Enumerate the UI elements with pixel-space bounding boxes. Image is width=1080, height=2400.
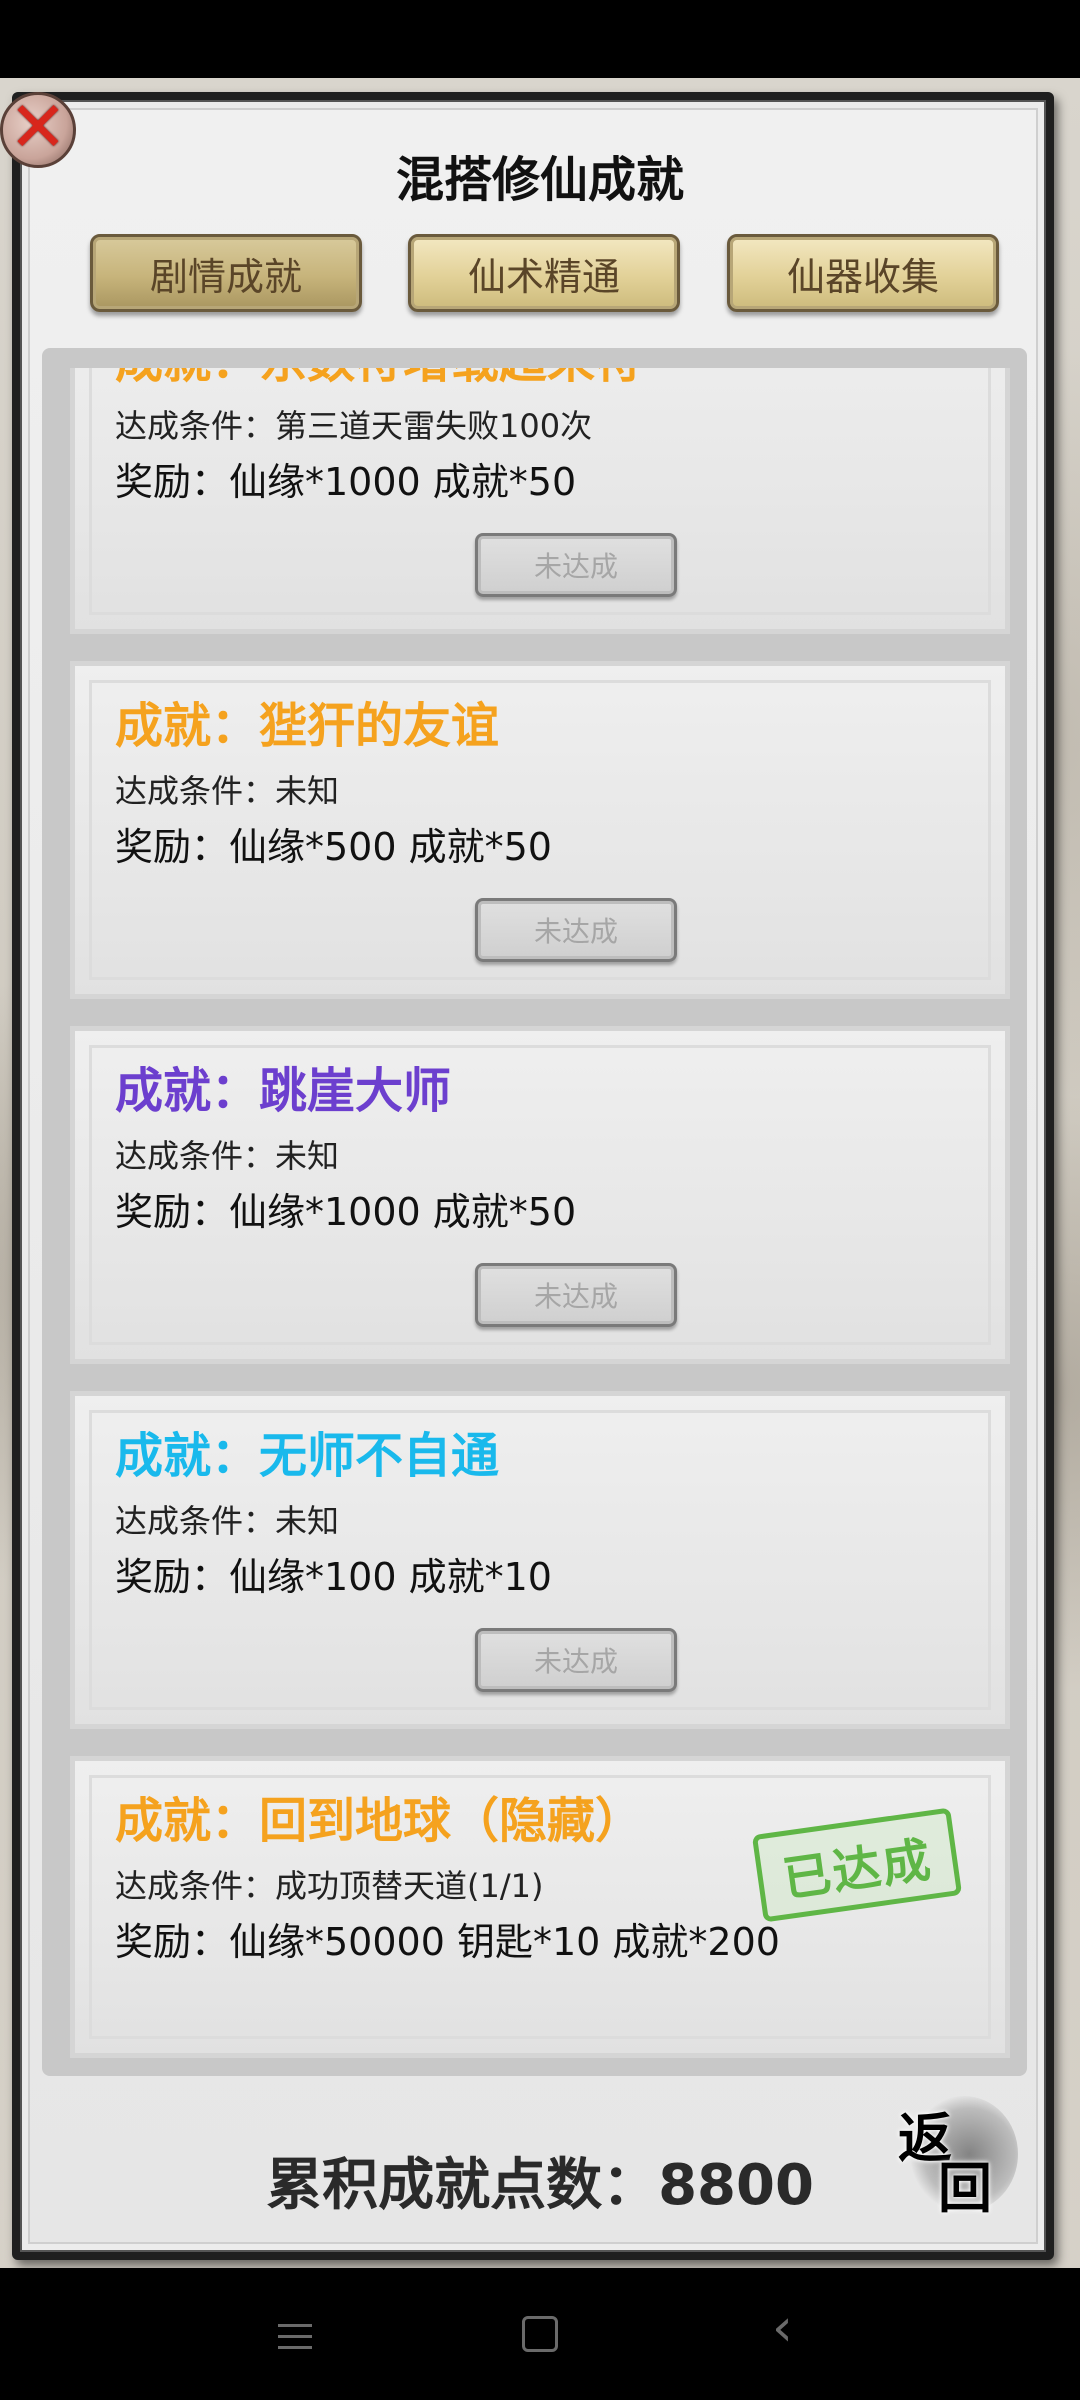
achievement-condition: 达成条件：成功顶替天道(1/1) xyxy=(115,1867,544,1905)
tab-spell-mastery[interactable]: 仙术精通 xyxy=(408,234,680,312)
achievement-reward: 奖励：仙缘*100 成就*10 xyxy=(115,1555,552,1599)
achievement-reward: 奖励：仙缘*500 成就*50 xyxy=(115,825,552,869)
status-bar xyxy=(0,0,1080,78)
back-arrow-icon[interactable]: ‹ xyxy=(772,2298,793,2358)
achievement-condition: 达成条件：未知 xyxy=(115,1502,340,1540)
achievement-card: 成就：东数符增载超来符 达成条件：第三道天雷失败100次 奖励：仙缘*1000 … xyxy=(70,368,1010,634)
tab-story-achievements[interactable]: 剧情成就 xyxy=(90,234,362,312)
achievement-reward: 奖励：仙缘*50000 钥匙*10 成就*200 xyxy=(115,1920,780,1964)
back-button[interactable]: 返 回 xyxy=(888,2090,1028,2220)
claim-button[interactable]: 未达成 xyxy=(475,533,677,597)
achievement-reward: 奖励：仙缘*1000 成就*50 xyxy=(115,1190,577,1234)
claim-button[interactable]: 未达成 xyxy=(475,1628,677,1692)
achievement-condition: 达成条件：未知 xyxy=(115,772,340,810)
achievement-list-scroll[interactable]: 成就：东数符增载超来符 达成条件：第三道天雷失败100次 奖励：仙缘*1000 … xyxy=(42,368,1027,2058)
achievement-card: 成就：无师不自通 达成条件：未知 奖励：仙缘*100 成就*10 未达成 xyxy=(70,1391,1010,1729)
system-nav-bar: ‹ xyxy=(0,2268,1080,2400)
achievement-reward: 奖励：仙缘*1000 成就*50 xyxy=(115,460,577,504)
achievement-title: 成就：跳崖大师 xyxy=(115,1063,452,1119)
achievement-condition: 达成条件：未知 xyxy=(115,1137,340,1175)
recent-apps-icon[interactable] xyxy=(278,2324,312,2357)
claim-button[interactable]: 未达成 xyxy=(475,1263,677,1327)
achievement-card: 成就：狴犴的友谊 达成条件：未知 奖励：仙缘*500 成就*50 未达成 xyxy=(70,661,1010,999)
achievement-title: 成就：狴犴的友谊 xyxy=(115,698,500,754)
achievement-card: 成就：跳崖大师 达成条件：未知 奖励：仙缘*1000 成就*50 未达成 xyxy=(70,1026,1010,1364)
achievement-card: 成就：回到地球（隐藏） 达成条件：成功顶替天道(1/1) 奖励：仙缘*50000… xyxy=(70,1756,1010,2058)
achievement-list[interactable]: 成就：东数符增载超来符 达成条件：第三道天雷失败100次 奖励：仙缘*1000 … xyxy=(42,348,1027,2076)
achievement-title: 成就：无师不自通 xyxy=(115,1428,500,1484)
close-icon: ✕ xyxy=(8,86,68,168)
back-label-char-2: 回 xyxy=(938,2157,992,2220)
claim-button[interactable]: 未达成 xyxy=(475,898,677,962)
home-icon[interactable] xyxy=(522,2316,558,2352)
achievement-condition: 达成条件：第三道天雷失败100次 xyxy=(115,407,593,445)
achievement-title: 成就：回到地球（隐藏） xyxy=(115,1793,644,1849)
page-title: 混搭修仙成就 xyxy=(395,152,684,208)
completed-stamp: 已达成 xyxy=(751,1807,963,1923)
close-button[interactable]: ✕ xyxy=(0,92,76,168)
tab-artifact-collection[interactable]: 仙器收集 xyxy=(727,234,999,312)
achievement-title: 成就：东数符增载超来符 xyxy=(115,368,643,391)
